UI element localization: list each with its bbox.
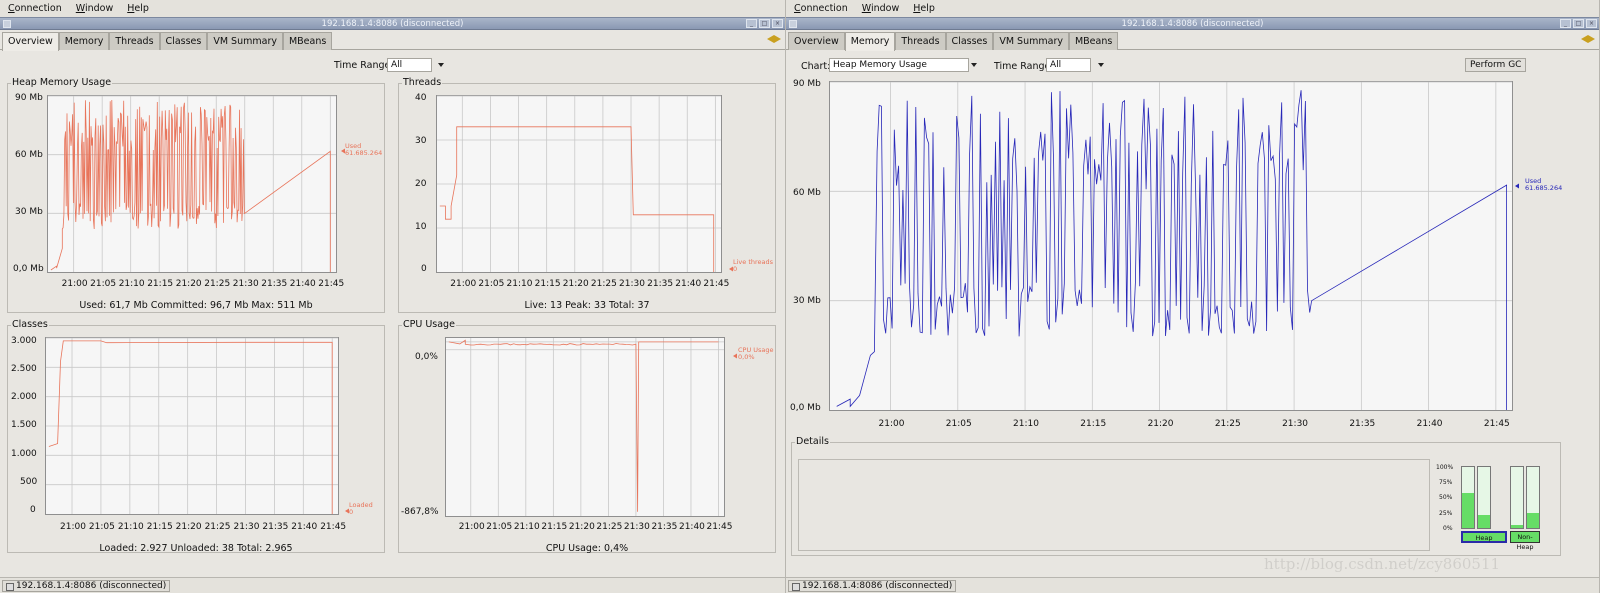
watermark: http://blog.csdn.net/zcy860511 (1264, 555, 1501, 573)
series-line (48, 340, 333, 514)
x-tick: 21:25 (590, 279, 617, 289)
x-tick: 21:15 (1080, 419, 1107, 429)
x-tick: 21:40 (291, 522, 318, 532)
x-tick: 21:15 (534, 279, 561, 289)
x-tick: 21:10 (118, 279, 145, 289)
series-line (439, 126, 715, 272)
series-line (448, 339, 719, 512)
x-tick: 21:20 (175, 279, 202, 289)
connection-status: 192.168.1.4:8086 (disconnected) (2, 580, 171, 592)
left-jconsole-window: Connection Window Help 192.168.1.4:8086 … (0, 0, 786, 593)
legend-marker-icon (729, 266, 733, 272)
x-tick: 21:20 (175, 522, 202, 532)
series-line (50, 99, 331, 272)
x-tick: 21:40 (678, 522, 705, 532)
x-tick: 21:10 (117, 522, 144, 532)
legend-marker-icon (345, 508, 349, 514)
x-tick: 21:35 (261, 279, 288, 289)
x-tick: 21:45 (320, 522, 347, 532)
x-tick: 21:35 (651, 522, 678, 532)
connection-status: 192.168.1.4:8086 (disconnected) (788, 580, 957, 592)
legend-marker-icon (341, 148, 345, 154)
x-tick: 21:40 (675, 279, 702, 289)
x-tick: 21:45 (1483, 419, 1510, 429)
x-tick: 21:30 (1282, 419, 1309, 429)
x-tick: 21:45 (703, 279, 730, 289)
x-tick: 21:00 (878, 419, 905, 429)
x-tick: 21:05 (88, 522, 115, 532)
x-tick: 21:30 (233, 522, 260, 532)
x-tick: 21:15 (146, 522, 173, 532)
x-tick: 21:20 (1147, 419, 1174, 429)
x-tick: 21:05 (478, 279, 505, 289)
x-tick: 21:35 (1349, 419, 1376, 429)
series-line (836, 90, 1507, 410)
x-tick: 21:00 (450, 279, 477, 289)
status-bar: 192.168.1.4:8086 (disconnected) (786, 577, 1599, 593)
x-tick: 21:30 (623, 522, 650, 532)
x-tick: 21:00 (60, 522, 86, 532)
x-tick: 21:25 (204, 279, 231, 289)
x-tick: 21:10 (513, 522, 540, 532)
status-bar: 192.168.1.4:8086 (disconnected) (0, 577, 785, 593)
x-tick: 21:10 (1013, 419, 1039, 429)
x-tick: 21:00 (458, 522, 485, 532)
x-tick: 21:25 (1214, 419, 1241, 429)
right-jconsole-window: Connection Window Help 192.168.1.4:8086 … (786, 0, 1600, 593)
x-tick: 21:25 (596, 522, 623, 532)
x-tick: 21:05 (945, 419, 972, 429)
legend-marker-icon (733, 353, 737, 359)
x-tick: 21:35 (262, 522, 289, 532)
x-tick: 21:20 (568, 522, 595, 532)
x-tick: 21:30 (232, 279, 259, 289)
x-tick: 21:10 (506, 279, 533, 289)
x-tick: 21:05 (90, 279, 117, 289)
x-tick: 21:40 (1416, 419, 1443, 429)
overview-charts-svg (46, 95, 737, 516)
x-tick: 21:40 (289, 279, 316, 289)
x-tick: 21:20 (562, 279, 589, 289)
x-tick: 21:45 (706, 522, 733, 532)
memory-chart-svg (830, 81, 1519, 410)
legend-marker-icon (1515, 183, 1519, 189)
x-tick: 21:30 (619, 279, 645, 289)
x-tick: 21:35 (647, 279, 674, 289)
x-tick: 21:25 (204, 522, 231, 532)
x-tick: 21:15 (147, 279, 174, 289)
x-tick: 21:00 (61, 279, 88, 289)
x-tick: 21:15 (541, 522, 568, 532)
x-tick: 21:05 (486, 522, 513, 532)
x-tick: 21:45 (318, 279, 345, 289)
